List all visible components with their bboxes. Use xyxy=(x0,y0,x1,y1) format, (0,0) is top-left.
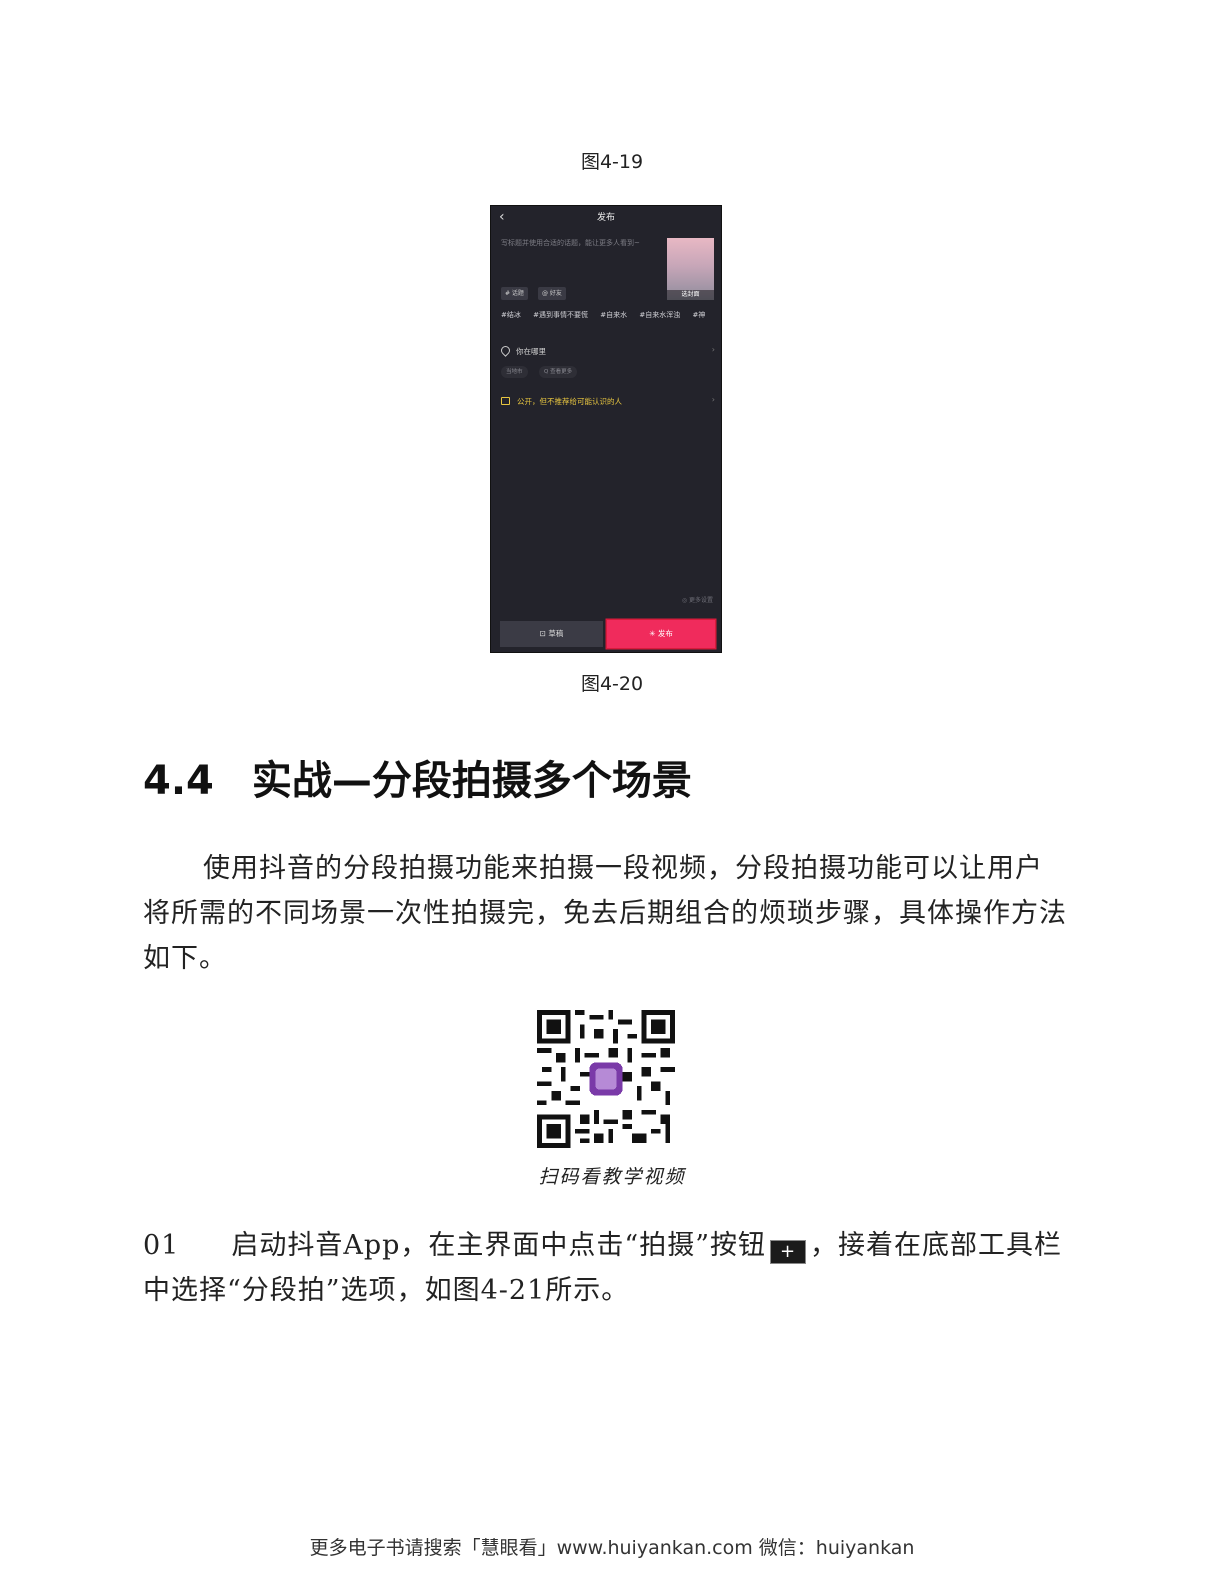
privacy-row: 公开，但不推荐给可能认识的人 › xyxy=(501,395,715,407)
hashtag: #自来水浑浊 xyxy=(639,311,681,319)
chevron-right-icon: › xyxy=(711,345,715,354)
cover-thumbnail: 选封面 xyxy=(667,238,714,300)
step-number: 01 xyxy=(143,1230,180,1261)
qr-caption: 扫码看教学视频 xyxy=(538,1166,686,1188)
phone-title: 发布 xyxy=(596,213,615,223)
friend-chip: @ 好友 xyxy=(538,287,566,300)
hashtag: #自来水 xyxy=(600,311,628,319)
intro-paragraph: 使用抖音的分段拍摄功能来拍摄一段视频，分段拍摄功能可以让用户将所需的不同场景一次… xyxy=(143,853,1067,974)
phone-screenshot: ‹ 发布 写标题并使用合适的话题，能让更多人看到~ 选封面 # 话题 @ 好友 … xyxy=(490,205,722,653)
shoot-plus-icon: + xyxy=(770,1240,807,1264)
lock-icon xyxy=(501,397,510,405)
step-paragraph: 01 启动抖音App，在主界面中点击“拍摄”按钮 + ，接着在底部工具栏中选择“分段拍… xyxy=(143,1223,1068,1313)
section-number: 4.4 xyxy=(143,758,214,804)
hashtag: #遇到事情不要慌 xyxy=(533,311,588,319)
location-label: 你在哪里 xyxy=(516,347,546,356)
location-more-chip: Q 查看更多 xyxy=(539,366,578,378)
publish-button: ✳ 发布 xyxy=(607,620,715,648)
draft-label: 草稿 xyxy=(548,629,564,638)
chevron-right-icon: › xyxy=(711,395,715,404)
location-chip: 当地市 xyxy=(501,366,528,378)
step-text-before: 启动抖音App，在主界面中点击“拍摄”按钮 xyxy=(231,1230,767,1261)
location-pin-icon xyxy=(499,344,512,357)
draft-button: ⊡ 草稿 xyxy=(500,621,603,647)
hashtag-row: #结冰 #遇到事情不要慌 #自来水 #自来水浑浊 #神 xyxy=(501,310,721,320)
topic-chip: # 话题 xyxy=(501,287,528,300)
hashtag: #结冰 xyxy=(501,311,521,319)
publish-label: 发布 xyxy=(657,629,673,638)
figure-caption-4-19: 图4-19 xyxy=(580,151,644,173)
privacy-label: 公开，但不推荐给可能认识的人 xyxy=(517,397,622,406)
location-row: 你在哪里 › xyxy=(499,344,715,357)
footer: 更多电子书请搜索「慧眼看」www.huiyankan.com 微信：huiyan… xyxy=(309,1537,915,1559)
section-heading: 4.4 实战—分段拍摄多个场景 xyxy=(143,748,692,806)
section-title: 实战—分段拍摄多个场景 xyxy=(251,758,692,804)
qr-code xyxy=(537,1010,675,1148)
hashtag: #神 xyxy=(692,311,706,319)
more-settings: ◎ 更多设置 xyxy=(681,597,713,604)
figure-caption-4-20: 图4-20 xyxy=(580,673,644,695)
description-placeholder: 写标题并使用合适的话题，能让更多人看到~ xyxy=(501,239,640,247)
cover-label: 选封面 xyxy=(667,290,714,300)
